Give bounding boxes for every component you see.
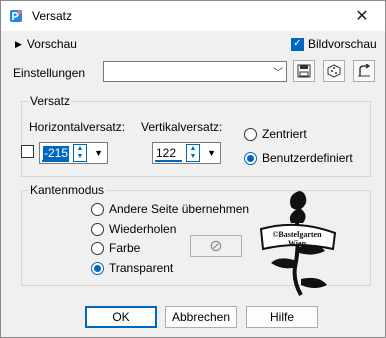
radio-wrap-label: Andere Seite übernehmen	[109, 202, 250, 216]
radio-selected-icon	[91, 261, 104, 275]
settings-label: Einstellungen	[13, 66, 86, 80]
reset-icon	[358, 64, 371, 77]
disabled-icon: ⊘	[209, 238, 223, 255]
watermark-line1: ©Bastelgarten	[272, 230, 322, 239]
horizontal-offset-value[interactable]: -215	[43, 146, 70, 160]
window-title: Versatz	[32, 9, 73, 23]
expand-triangle-icon: ▶	[15, 38, 22, 49]
randomize-button[interactable]	[323, 60, 345, 82]
watermark-logo: ©Bastelgarten Wien	[259, 191, 337, 296]
edge-mode-group-title: Kantenmodus	[28, 183, 107, 197]
radio-unselected-icon	[91, 202, 104, 216]
dropdown-arrow-icon[interactable]: ▼	[207, 148, 216, 158]
radio-centered-label: Zentriert	[262, 127, 307, 141]
title-bar: Versatz ✕	[1, 1, 385, 31]
help-label: Hilfe	[269, 310, 294, 324]
vertical-label: Vertikalversatz:	[141, 120, 223, 134]
radio-selected-icon	[244, 151, 257, 165]
close-icon: ✕	[355, 8, 369, 25]
dropdown-arrow-icon[interactable]: ▼	[94, 148, 103, 158]
vertical-offset-spinner[interactable]: 122 ▲ ▼ ▼	[152, 142, 221, 164]
bildvorschau-checkbox[interactable]: ✓ Bildvorschau	[291, 37, 377, 51]
radio-custom-label: Benutzerdefiniert	[262, 151, 353, 165]
link-checkbox[interactable]	[21, 145, 34, 158]
input-focus-underline	[155, 160, 182, 162]
radio-unselected-icon	[91, 241, 104, 255]
spin-up-down-icon[interactable]: ▲ ▼	[186, 144, 200, 162]
close-button[interactable]: ✕	[347, 5, 377, 27]
offset-group: Versatz	[21, 94, 371, 177]
ok-button[interactable]: OK	[85, 306, 157, 328]
color-swatch[interactable]: ⊘	[190, 235, 242, 257]
radio-unselected-icon	[244, 127, 257, 141]
settings-combo[interactable]: ﹀	[103, 61, 287, 82]
watermark-line2: Wien	[288, 239, 307, 248]
radio-color-label: Farbe	[109, 241, 141, 255]
radio-color[interactable]: Farbe	[91, 241, 140, 255]
dice-icon	[327, 64, 341, 78]
chevron-down-icon: ﹀	[273, 68, 283, 79]
radio-transparent[interactable]: Transparent	[91, 261, 173, 275]
radio-repeat-label: Wiederholen	[109, 222, 177, 236]
dialog-window: Versatz ✕ ▶ Vorschau ✓ Bildvorschau Eins…	[0, 0, 386, 338]
cancel-button[interactable]: Abbrechen	[165, 306, 237, 328]
cancel-label: Abbrechen	[171, 310, 231, 324]
checkmark-icon: ✓	[291, 37, 304, 51]
radio-wrap[interactable]: Andere Seite übernehmen	[91, 202, 249, 216]
reset-button[interactable]	[353, 60, 375, 82]
dialog-content: ▶ Vorschau ✓ Bildvorschau Einstellungen …	[1, 31, 385, 337]
app-icon	[10, 10, 22, 22]
preview-label: Vorschau	[26, 37, 77, 51]
radio-custom[interactable]: Benutzerdefiniert	[244, 151, 353, 165]
radio-unselected-icon	[91, 222, 104, 236]
help-button[interactable]: Hilfe	[246, 306, 318, 328]
ok-label: OK	[112, 310, 130, 324]
bildvorschau-label: Bildvorschau	[308, 37, 377, 51]
spin-up-down-icon[interactable]: ▲ ▼	[73, 144, 87, 162]
save-preset-button[interactable]	[293, 60, 315, 82]
preview-toggle[interactable]: ▶ Vorschau	[15, 37, 77, 51]
input-focus-underline	[42, 160, 69, 162]
radio-transparent-label: Transparent	[109, 261, 174, 275]
save-icon	[297, 64, 311, 78]
vertical-offset-value[interactable]: 122	[156, 146, 176, 160]
radio-centered[interactable]: Zentriert	[244, 127, 307, 141]
horizontal-offset-spinner[interactable]: -215 ▲ ▼ ▼	[39, 142, 108, 164]
offset-group-title: Versatz	[28, 94, 73, 108]
horizontal-label: Horizontalversatz:	[29, 120, 126, 134]
radio-repeat[interactable]: Wiederholen	[91, 222, 176, 236]
